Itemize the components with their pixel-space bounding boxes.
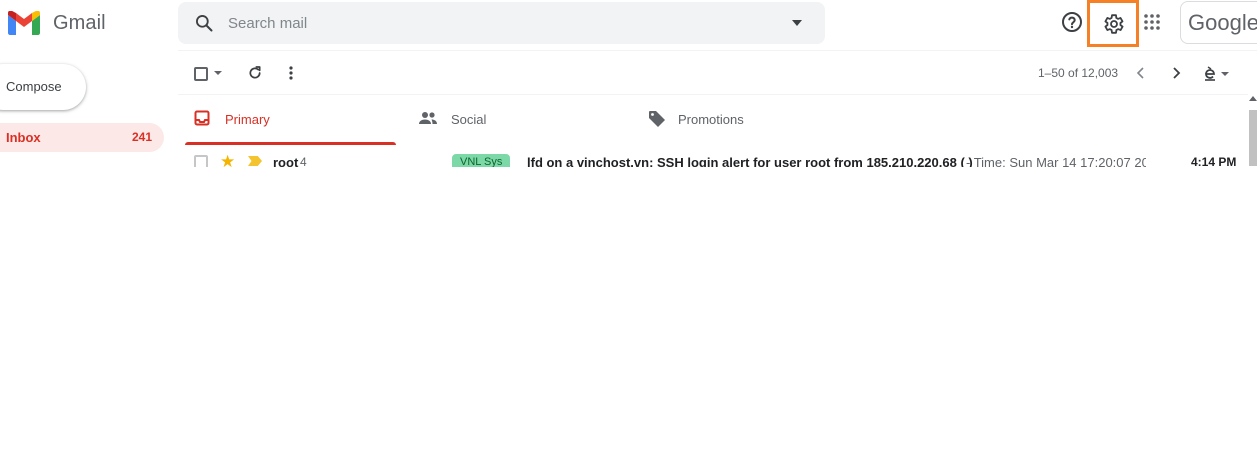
people-icon (419, 112, 437, 124)
top-bar: Gmail Google (0, 0, 1257, 48)
select-options-caret-icon[interactable] (214, 71, 222, 75)
google-brand: Google (1188, 10, 1257, 35)
thread-count: 4 (300, 155, 307, 167)
inbox-tab-icon (194, 110, 210, 126)
email-list: ★ root 4 VNL Sys lfd on a vinchost.vn: S… (178, 145, 1248, 167)
search-options-caret-icon[interactable] (790, 16, 804, 30)
compose-label: Compose (6, 79, 62, 94)
tab-social[interactable]: Social (417, 95, 628, 145)
account-switcher[interactable]: Google (1180, 1, 1257, 44)
scroll-thumb[interactable] (1249, 110, 1257, 166)
refresh-icon[interactable] (247, 65, 263, 81)
unread-count: 241 (131, 130, 152, 144)
email-time: 4:14 PM (1191, 155, 1237, 167)
pagination-text: 1–50 of 12,003 (1038, 66, 1119, 80)
scroll-up-arrow-icon[interactable] (1249, 96, 1257, 101)
sidebar-item-inbox[interactable]: Inbox 241 (0, 123, 164, 152)
search-input[interactable] (228, 2, 768, 44)
tag-icon (649, 111, 665, 127)
email-row[interactable]: ★ root 4 VNL Sys lfd on a vinchost.vn: S… (178, 152, 1248, 167)
gmail-logo[interactable]: Gmail (8, 11, 106, 35)
input-tools-caret-icon[interactable] (1221, 72, 1229, 76)
chevron-right-icon[interactable] (1170, 66, 1182, 80)
email-checkbox[interactable] (194, 155, 208, 167)
gmail-m-logo-icon (8, 11, 40, 35)
settings-button[interactable] (1087, 0, 1139, 47)
important-marker-icon[interactable] (248, 156, 262, 166)
app-name: Gmail (53, 11, 106, 34)
apps-button[interactable] (1143, 13, 1161, 31)
mail-toolbar: 1–50 of 12,003 (178, 50, 1257, 94)
star-icon[interactable]: ★ (220, 152, 235, 167)
search-icon[interactable] (194, 13, 214, 33)
email-label-badge[interactable]: VNL Sys (452, 154, 511, 167)
input-tools-icon[interactable] (1203, 65, 1217, 81)
sidebar-item-label: Inbox (6, 130, 41, 145)
help-button[interactable] (1060, 10, 1084, 34)
apps-grid-icon (1144, 14, 1160, 30)
tab-label: Promotions (678, 112, 744, 127)
category-tabs: Primary Social Promotions (178, 94, 1248, 145)
search-bar[interactable] (178, 2, 825, 44)
email-snippet: - Time: Sun Mar 14 17:20:07 20 (966, 155, 1146, 167)
tab-primary[interactable]: Primary (185, 95, 396, 145)
tab-label: Primary (225, 112, 270, 127)
scrollbar[interactable] (1248, 96, 1257, 166)
chevron-left-icon[interactable] (1135, 66, 1147, 80)
tab-label: Social (451, 112, 487, 127)
compose-button[interactable]: Compose (0, 64, 86, 110)
email-sender: root (273, 155, 299, 167)
gear-icon (1104, 14, 1124, 34)
email-subject: lfd on a vinchost.vn: SSH login alert fo… (527, 155, 973, 167)
help-circle-icon (1062, 12, 1082, 32)
more-vert-icon[interactable] (287, 65, 295, 81)
select-all-checkbox[interactable] (194, 67, 208, 81)
tab-promotions[interactable]: Promotions (647, 95, 858, 145)
